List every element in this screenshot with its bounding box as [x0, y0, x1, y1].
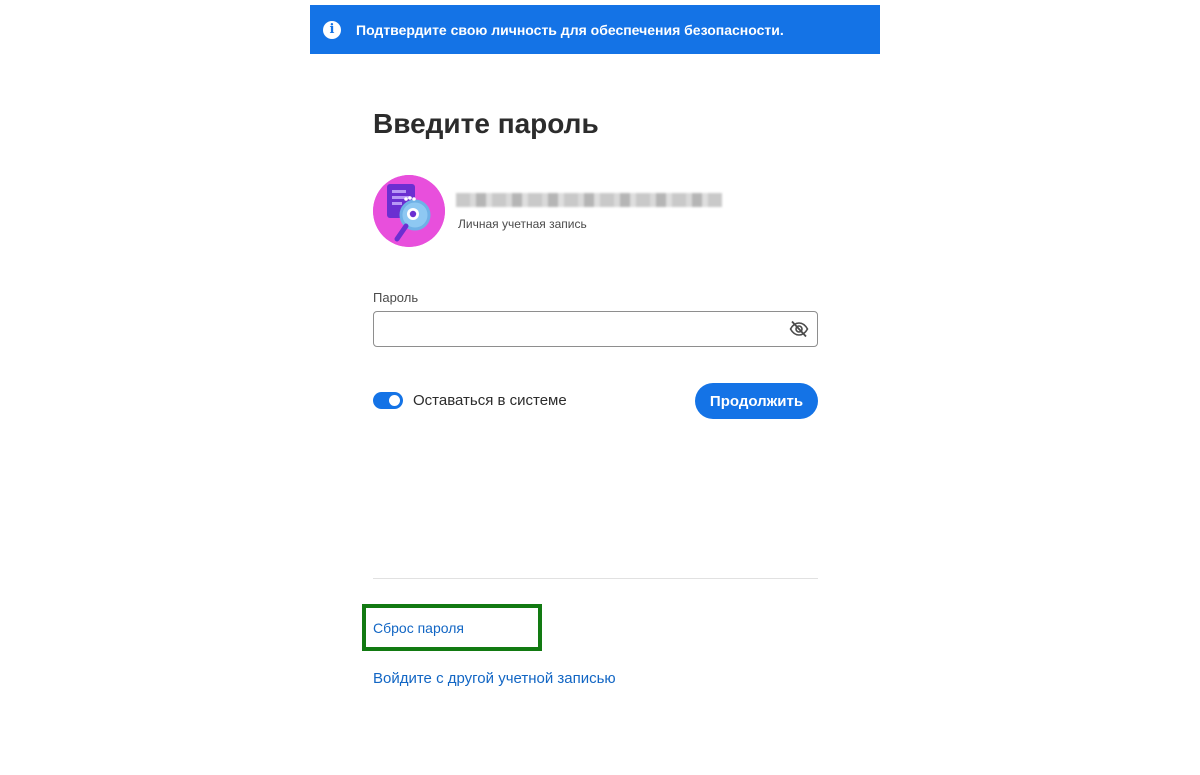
password-input[interactable]	[382, 312, 786, 346]
info-banner: i Подтвердите свою личность для обеспече…	[310, 5, 880, 54]
password-field-container	[373, 311, 818, 347]
continue-button[interactable]: Продолжить	[695, 383, 818, 419]
other-account-link[interactable]: Войдите с другой учетной записью	[373, 670, 616, 687]
stay-signed-in-toggle[interactable]	[373, 392, 403, 409]
page-title: Введите пароль	[373, 108, 599, 139]
stay-signed-in-label: Оставаться в системе	[413, 392, 567, 409]
redacted-email	[456, 193, 722, 207]
avatar	[373, 175, 445, 247]
info-icon: i	[323, 20, 341, 39]
toggle-knob	[389, 395, 400, 406]
divider	[373, 578, 818, 579]
eye-slash-icon[interactable]	[789, 319, 809, 339]
avatar-illustration-icon	[373, 175, 445, 247]
account-type-label: Личная учетная запись	[458, 217, 587, 231]
banner-text: Подтвердите свою личность для обеспечени…	[356, 21, 784, 38]
reset-password-link[interactable]: Сброс пароля	[373, 620, 464, 636]
page: i Подтвердите свою личность для обеспече…	[0, 0, 1200, 775]
password-label: Пароль	[373, 290, 419, 305]
